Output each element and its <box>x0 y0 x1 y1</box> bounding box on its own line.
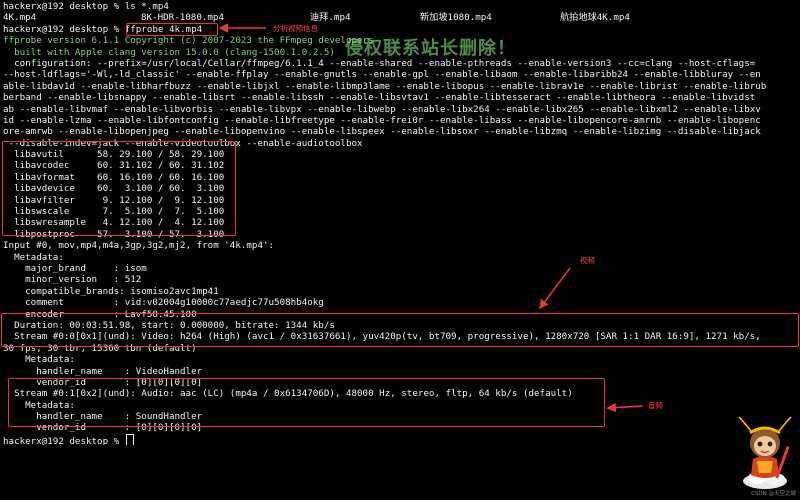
annotation-arrows <box>218 23 644 413</box>
video-arrow <box>539 267 571 310</box>
audio-arrow <box>606 402 644 413</box>
monkey-king-mascot-icon <box>738 416 792 489</box>
watermark-text: 侵权联系站长删除！ <box>345 38 516 59</box>
credit-text: CSDN @天空之城 <box>751 491 796 497</box>
